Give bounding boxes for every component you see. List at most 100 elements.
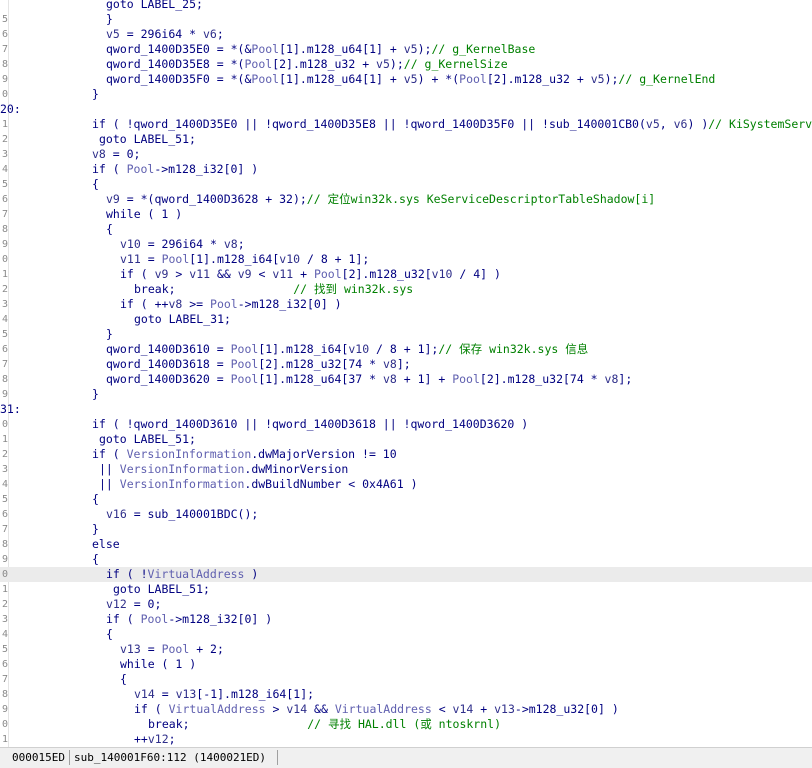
code-line[interactable]: 6 v5 = 296i64 * v6; (0, 27, 812, 42)
line-number: 2 (1, 284, 8, 295)
code-line[interactable]: 4 || VersionInformation.dwBuildNumber < 0… (0, 477, 812, 492)
code-comment: // g_KernelBase (431, 42, 536, 56)
code-line[interactable]: 0 if ( !qword_1400D3610 || !qword_1400D36… (0, 417, 812, 432)
code-token: ++ (134, 732, 148, 746)
code-line[interactable]: 31: (0, 402, 812, 417)
line-number: 2 (1, 449, 8, 460)
code-line[interactable]: 6 qword_1400D3610 = Pool[1].m128_i64[v10 … (0, 342, 812, 357)
code-token: if ( !qword_1400D3610 || !qword_1400D361… (92, 417, 529, 431)
code-line[interactable]: 8{ (0, 222, 812, 237)
code-text: qword_1400D3610 = Pool[1].m128_i64[v10 /… (106, 342, 588, 357)
code-line[interactable]: 6 while ( 1 ) (0, 657, 812, 672)
code-line[interactable]: 9 qword_1400D35F0 = *(&Pool[1].m128_u64[1… (0, 72, 812, 87)
local-variable: v8 (382, 372, 397, 386)
code-comment: // g_KernelSize (403, 57, 508, 71)
code-line[interactable]: 7 while ( 1 ) (0, 207, 812, 222)
code-line[interactable]: 9{ (0, 552, 812, 567)
code-line[interactable]: 20: (0, 102, 812, 117)
code-line[interactable]: 2 goto LABEL_51; (0, 132, 812, 147)
code-line[interactable]: 1 goto LABEL_51; (0, 582, 812, 597)
pseudocode-editor[interactable]: goto LABEL_25; 5} 6 v5 = 296i64 * v6; 7 qword… (0, 0, 812, 748)
code-line[interactable]: 4{ (0, 627, 812, 642)
line-number: 1 (1, 119, 8, 130)
local-variable: v5 (403, 42, 418, 56)
code-token: [-1].m128_i64[1]; (196, 687, 315, 701)
global-variable: Pool (251, 72, 280, 86)
code-line[interactable]: 5{ (0, 177, 812, 192)
code-line[interactable]: 5} (0, 327, 812, 342)
code-line[interactable]: 0 v11 = Pool[1].m128_i64[v10 / 8 + 1]; (0, 252, 812, 267)
code-token: qword_1400D3618 = (106, 357, 231, 371)
line-number: 9 (1, 389, 8, 400)
line-number: 0 (1, 719, 8, 730)
code-comment: // 找到 win32k.sys (293, 282, 414, 296)
code-text: { (106, 222, 113, 237)
code-text: v12 = 0; (106, 597, 161, 612)
code-token: if ( (92, 447, 127, 461)
code-line[interactable]: 2 if ( VersionInformation.dwMajorVersion … (0, 447, 812, 462)
code-line[interactable]: goto LABEL_25; (0, 0, 812, 12)
code-token: qword_1400D35F0 = *(& (106, 72, 252, 86)
code-text: if ( VersionInformation.dwMajorVersion !… (92, 447, 397, 462)
code-token: ); (389, 57, 404, 71)
line-number: 6 (1, 29, 8, 40)
code-line[interactable]: 3 if ( Pool->m128_i32[0] ) (0, 612, 812, 627)
code-line[interactable]: 1 if ( !qword_1400D35E0 || !qword_1400D35… (0, 117, 812, 132)
code-line[interactable]: 1 goto LABEL_51; (0, 432, 812, 447)
code-comment: // g_KernelEnd (618, 72, 716, 86)
code-line[interactable]: 5{ (0, 492, 812, 507)
code-line[interactable]: 8 qword_1400D3620 = Pool[1].m128_u64[37 *… (0, 372, 812, 387)
code-token: ; (237, 237, 245, 251)
code-line[interactable]: 7} (0, 522, 812, 537)
line-number: 1 (1, 584, 8, 595)
code-line[interactable]: 7 qword_1400D3618 = Pool[2].m128_u32[74 *… (0, 357, 812, 372)
code-line[interactable]: 6 v16 = sub_140001BDC(); (0, 507, 812, 522)
global-variable: Pool (140, 612, 169, 626)
code-text: goto LABEL_51; (113, 582, 210, 597)
code-line[interactable]: 9 if ( VirtualAddress > v14 && VirtualAdd… (0, 702, 812, 717)
code-line[interactable]: 8 v14 = v13[-1].m128_i64[1]; (0, 687, 812, 702)
local-variable: v10 (348, 342, 370, 356)
code-line[interactable]: 3 || VersionInformation.dwMinorVersion (0, 462, 812, 477)
code-token: if ( (120, 267, 155, 281)
code-comment: // 保存 win32k.sys 信息 (438, 342, 589, 356)
local-variable: v8 (92, 147, 106, 161)
code-line[interactable]: 9 v10 = 296i64 * v8; (0, 237, 812, 252)
code-line[interactable]: 2 break; // 找到 win32k.sys (0, 282, 812, 297)
local-variable: v11 (120, 252, 141, 266)
line-number: 9 (1, 554, 8, 565)
code-line[interactable]: 6 v9 = *(qword_1400D3628 + 32);// 定位win32… (0, 192, 812, 207)
code-token: = (154, 687, 176, 701)
code-line[interactable]: 4 goto LABEL_31; (0, 312, 812, 327)
code-line[interactable]: 8 else (0, 537, 812, 552)
code-token: .dwBuildNumber < 0x4A61 ) (244, 477, 418, 491)
code-line[interactable]: 1 ++v12; (0, 732, 812, 747)
code-line[interactable]: 0 if ( !VirtualAddress ) (0, 567, 812, 582)
global-variable: Pool (230, 372, 259, 386)
code-text: } (106, 12, 113, 27)
code-text: goto LABEL_51; (99, 432, 196, 447)
code-text: break; // 找到 win32k.sys (134, 282, 413, 297)
code-token: goto LABEL_31; (134, 312, 231, 326)
code-line[interactable]: 7{ (0, 672, 812, 687)
code-token: [1].m128_u64[1] + (279, 42, 404, 56)
code-line[interactable]: 7 qword_1400D35E0 = *(&Pool[1].m128_u64[1… (0, 42, 812, 57)
global-variable: VersionInformation (119, 477, 245, 491)
code-line[interactable]: 5 v13 = Pool + 2; (0, 642, 812, 657)
code-line[interactable]: 3 v8 = 0; (0, 147, 812, 162)
code-line[interactable]: 1 if ( v9 > v11 && v9 < v11 + Pool[2].m12… (0, 267, 812, 282)
code-token: ); (417, 42, 432, 56)
code-text: || VersionInformation.dwBuildNumber < 0x… (99, 477, 418, 492)
code-token: [1].m128_i64[ (258, 342, 349, 356)
code-line[interactable]: 5} (0, 12, 812, 27)
code-line[interactable]: 0} (0, 87, 812, 102)
code-line[interactable]: 3 if ( ++v8 >= Pool->m128_i32[0] ) (0, 297, 812, 312)
code-token: = (140, 642, 162, 656)
code-line[interactable]: 8 qword_1400D35E8 = *(Pool[2].m128_u32 + … (0, 57, 812, 72)
code-line[interactable]: 0 break; // 寻找 HAL.dll (或 ntoskrnl) (0, 717, 812, 732)
code-token: if ( (106, 612, 141, 626)
local-variable: v16 (106, 507, 127, 521)
code-line[interactable]: 4 if ( Pool->m128_i32[0] ) (0, 162, 812, 177)
code-line[interactable]: 2 v12 = 0; (0, 597, 812, 612)
code-line[interactable]: 9} (0, 387, 812, 402)
